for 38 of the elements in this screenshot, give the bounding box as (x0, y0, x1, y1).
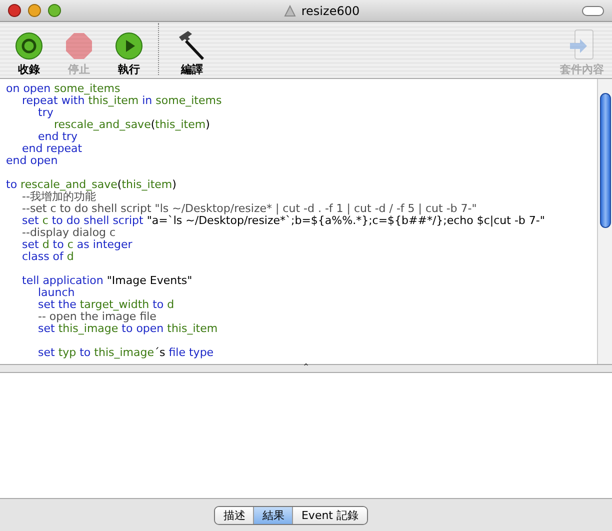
record-icon (14, 31, 44, 61)
code-line: tell application "Image Events" (22, 275, 192, 287)
code-line: end try (38, 131, 78, 143)
code-line: --set c to do shell script "ls ~/Desktop/resize* | cut -d . -f 1 | cut -d / -f 5 | cut -b 7-" (22, 203, 477, 215)
document-arrow-icon (569, 29, 595, 61)
code-line: on open some_items (6, 83, 120, 95)
code-line: set this_image to open this_item (38, 323, 218, 335)
scrollbar[interactable] (597, 79, 612, 364)
code-line: set the target_width to d (38, 299, 174, 311)
splitter[interactable]: ⌃ (0, 365, 612, 373)
code-line: launch (38, 287, 75, 299)
code-line: end open (6, 155, 58, 167)
code-line: --我增加的功能 (22, 191, 96, 203)
tab[interactable]: 描述 (215, 506, 254, 524)
code-line: to rescale_and_save(this_item) (6, 179, 176, 191)
toolbar-button[interactable]: 執行 (108, 23, 150, 75)
zoom-button[interactable] (48, 4, 61, 17)
toolbar-button[interactable]: 編譯 (171, 23, 213, 75)
code-line: rescale_and_save(this_item) (54, 119, 210, 131)
tab[interactable]: Event 記錄 (292, 506, 366, 524)
code-line: set c to do shell script "a=`ls ~/Desktop/resize*`;b=${a%%.*};c=${b##*/};echo $c|cut -b 7-" (22, 215, 545, 227)
tab[interactable]: 結果 (253, 506, 292, 524)
code-line: -- open the image file (38, 311, 156, 323)
code-line: end repeat (22, 143, 82, 155)
window-title: resize600 (301, 2, 360, 20)
code-line: set typ to this_image´s file type (38, 347, 214, 359)
code-line: --display dialog c (22, 227, 116, 239)
code-line: repeat with this_item in some_items (22, 95, 222, 107)
code-line: set d to c as integer (22, 239, 132, 251)
run-icon (114, 31, 144, 61)
minimize-button[interactable] (28, 4, 41, 17)
close-button[interactable] (8, 4, 21, 17)
toolbar-toggle-button[interactable] (582, 6, 604, 16)
code-line: try (38, 107, 54, 119)
code-line: class of d (22, 251, 74, 263)
stop-icon (64, 31, 94, 61)
script-icon (283, 4, 298, 18)
toolbar-button[interactable]: 收錄 (8, 23, 50, 75)
